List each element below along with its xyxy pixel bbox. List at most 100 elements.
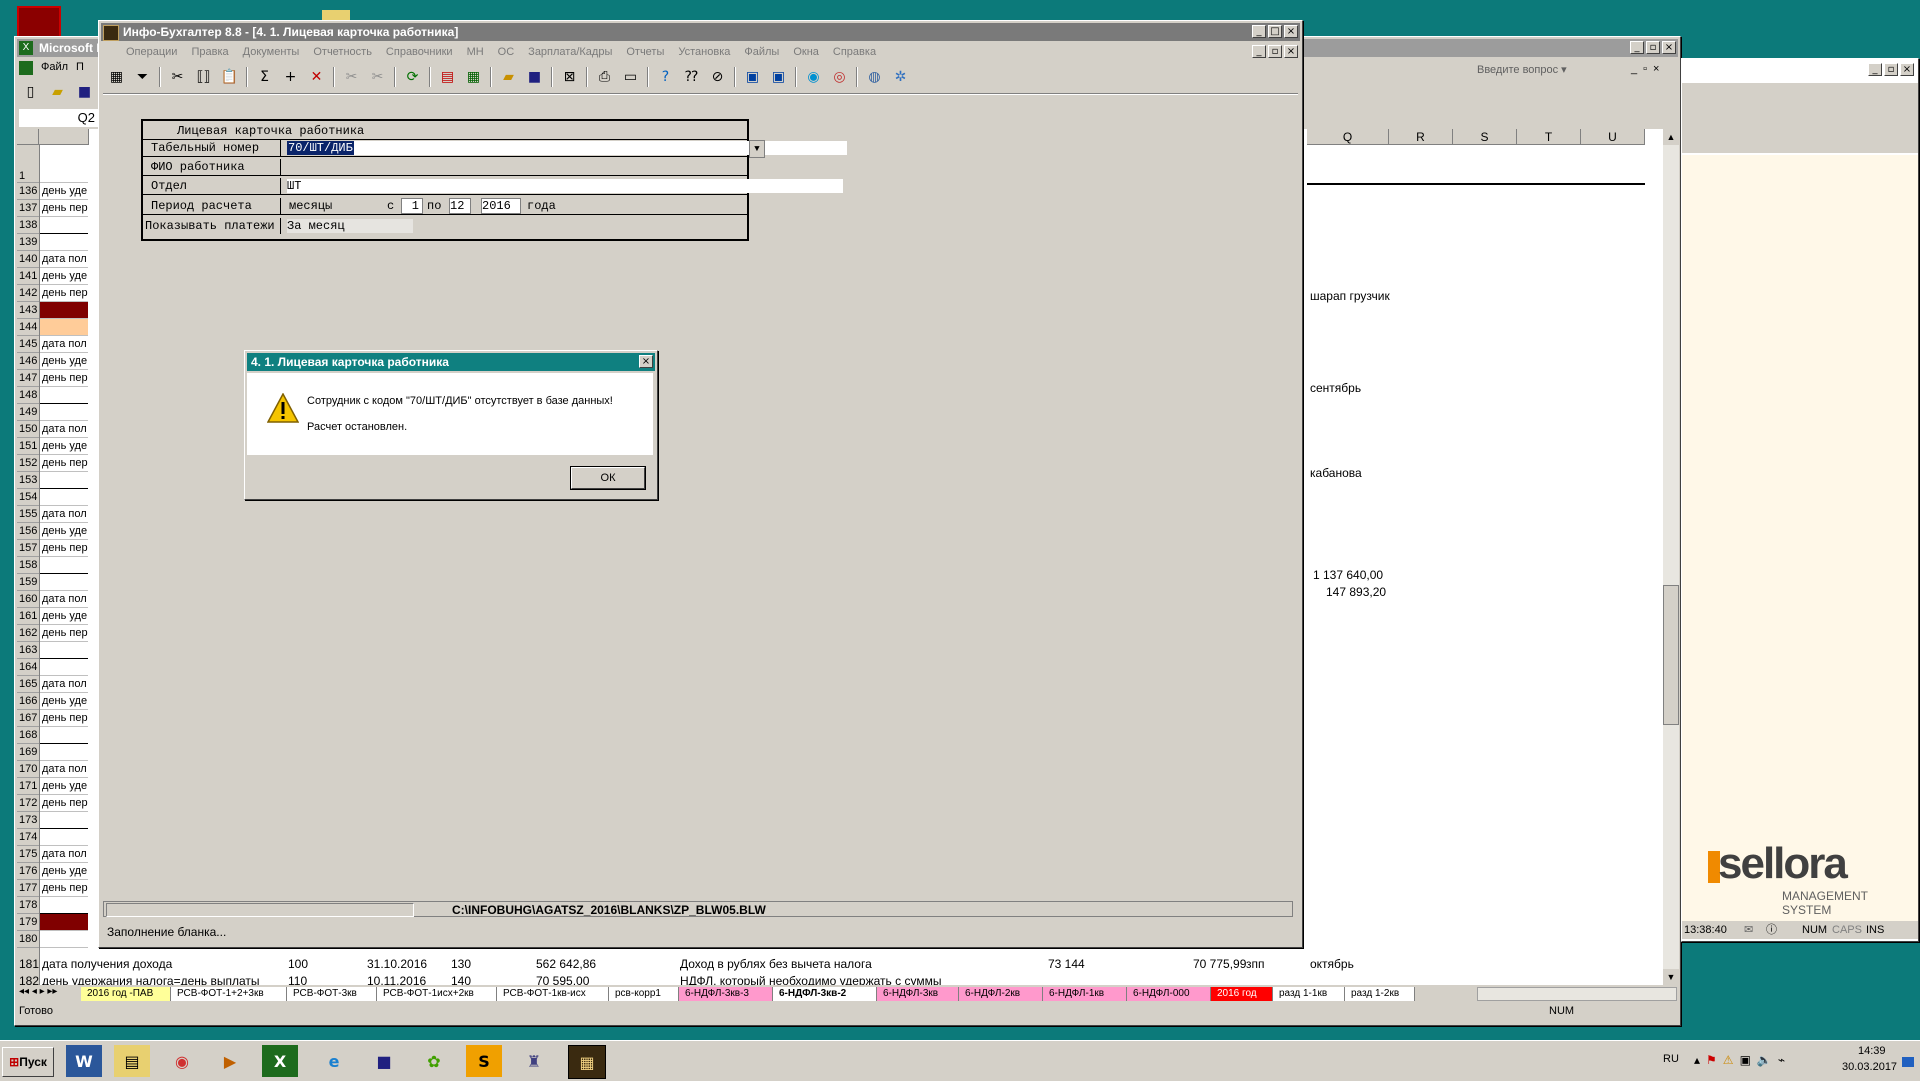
menu-salary[interactable]: Зарплата/Кадры <box>521 43 619 61</box>
sheet-tab[interactable]: 6-НДФЛ-2кв <box>959 987 1043 1001</box>
row-number[interactable]: 160 <box>17 591 39 608</box>
row-text-cell[interactable] <box>40 727 88 744</box>
book-icon[interactable]: ▣ <box>741 66 764 88</box>
page-icon[interactable]: ▭ <box>619 66 642 88</box>
start-button[interactable]: ⊞Пуск <box>2 1047 54 1077</box>
row-text-cell[interactable] <box>40 472 88 489</box>
row-number[interactable]: 155 <box>17 506 39 523</box>
save-icon[interactable]: ■ <box>73 81 96 103</box>
sheet-tab[interactable]: РСВ-ФОТ-1+2+3кв <box>171 987 287 1001</box>
col-header-r[interactable]: R <box>1389 129 1453 145</box>
row-text-cell[interactable]: день уде <box>40 438 88 455</box>
row-number[interactable]: 150 <box>17 421 39 438</box>
row-number[interactable]: 139 <box>17 234 39 251</box>
row-number[interactable]: 1 <box>17 145 39 183</box>
row-number[interactable]: 151 <box>17 438 39 455</box>
scissors-icon[interactable]: ✂ <box>166 66 189 88</box>
row-number[interactable]: 138 <box>17 217 39 234</box>
sheet-tab[interactable]: 6-НДФЛ-3кв-2 <box>773 987 877 1001</box>
row-text-cell[interactable]: дата пол <box>40 676 88 693</box>
scholar-icon[interactable]: ♜ <box>516 1045 552 1077</box>
row-text-cell[interactable] <box>40 489 88 506</box>
row-number[interactable]: 136 <box>17 183 39 200</box>
row-text-cell[interactable]: дата пол <box>40 251 88 268</box>
row-text-cell[interactable]: день пер <box>40 625 88 642</box>
row-text-cell[interactable]: день пер <box>40 285 88 302</box>
floppy-icon[interactable]: ■ <box>366 1045 402 1077</box>
doc-min-icon[interactable]: _ <box>1252 45 1266 58</box>
sheet-tab[interactable]: РСВ-ФОТ-3кв <box>287 987 377 1001</box>
row-number[interactable]: 179 <box>17 914 39 931</box>
whats-this-icon[interactable]: ⁇ <box>680 66 703 88</box>
sellora-minimize-icon[interactable]: _ <box>1868 63 1882 76</box>
menu-operations[interactable]: Операции <box>119 43 184 61</box>
row-number[interactable]: 156 <box>17 523 39 540</box>
desktop-icon-acrobat[interactable] <box>17 6 61 40</box>
row-text-cell[interactable] <box>40 234 88 251</box>
calc-icon[interactable]: ▦ <box>462 66 485 88</box>
sum-icon[interactable]: Σ <box>253 66 276 88</box>
sheet-tab[interactable]: рсв-корр1 <box>609 987 679 1001</box>
sheet-tab[interactable]: 6-НДФЛ-3кв-3 <box>679 987 773 1001</box>
clipboard-icon[interactable]: 📋 <box>218 66 241 88</box>
ne-icon[interactable]: ▣ <box>767 66 790 88</box>
row-number[interactable]: 152 <box>17 455 39 472</box>
s-app-icon[interactable]: S <box>466 1045 502 1077</box>
dept-input[interactable]: ШТ <box>287 179 843 193</box>
row-number[interactable]: 178 <box>17 897 39 914</box>
excel-menu-file[interactable]: Файл <box>41 61 68 77</box>
row-number[interactable]: 143 <box>17 302 39 319</box>
word-icon[interactable]: W <box>66 1045 102 1077</box>
name-box[interactable]: Q2 <box>19 109 99 127</box>
delete-icon[interactable]: ✕ <box>305 66 328 88</box>
col-header-q[interactable]: Q <box>1307 129 1389 145</box>
row-number[interactable]: 167 <box>17 710 39 727</box>
row-text-cell[interactable] <box>40 744 88 761</box>
scroll-up-icon[interactable]: ▲ <box>1663 129 1679 145</box>
col-header-t[interactable]: T <box>1517 129 1581 145</box>
row-text-cell[interactable]: день пер <box>40 710 88 727</box>
sellora-restore-icon[interactable]: ▫ <box>1884 63 1898 76</box>
row-text-cell[interactable]: день уде <box>40 523 88 540</box>
tray-up-icon[interactable]: ▴ <box>1694 1053 1700 1067</box>
col-header-s[interactable]: S <box>1453 129 1517 145</box>
infobuh-minimize-icon[interactable]: _ <box>1252 25 1266 38</box>
tab-dropdown-button[interactable]: ▼ <box>749 140 765 158</box>
row-text-cell[interactable] <box>40 931 88 948</box>
menu-help[interactable]: Справка <box>826 43 883 61</box>
pdf-icon[interactable]: ▤ <box>436 66 459 88</box>
row-number[interactable]: 168 <box>17 727 39 744</box>
tray-flag-icon[interactable]: ⚑ <box>1706 1053 1717 1067</box>
doc-minimize-icon[interactable]: _ <box>1631 63 1637 75</box>
doc-x-icon[interactable]: × <box>1284 45 1298 58</box>
row-text-cell[interactable]: день пер <box>40 370 88 387</box>
sheet-tab[interactable]: 2016 год <box>1211 987 1273 1001</box>
tray-volume-icon[interactable]: 🔈 <box>1757 1053 1772 1067</box>
menu-documents[interactable]: Документы <box>236 43 307 61</box>
row-text-cell[interactable]: дата пол <box>40 761 88 778</box>
excel-vertical-scrollbar[interactable]: ▲ ▼ <box>1663 129 1679 985</box>
chrome-icon[interactable]: ◉ <box>164 1045 200 1077</box>
row-text-cell[interactable] <box>40 659 88 676</box>
row-number[interactable]: 166 <box>17 693 39 710</box>
row-text-cell[interactable]: дата пол <box>40 506 88 523</box>
menu-references[interactable]: Справочники <box>379 43 460 61</box>
row-text-cell[interactable]: день пер <box>40 540 88 557</box>
menu-reports[interactable]: Отчеты <box>619 43 671 61</box>
row-number[interactable]: 142 <box>17 285 39 302</box>
sheet-tab[interactable]: разд 1-2кв <box>1345 987 1415 1001</box>
icq-icon[interactable]: ✿ <box>416 1045 452 1077</box>
open-icon[interactable]: ▰ <box>46 81 69 103</box>
row-text-cell[interactable]: день уде <box>40 778 88 795</box>
save-icon[interactable]: ■ <box>523 66 546 88</box>
sheet-tab[interactable]: 6-НДФЛ-000 <box>1127 987 1211 1001</box>
tray-plug-icon[interactable]: ⌁ <box>1778 1053 1785 1067</box>
infobuh-maximize-icon[interactable]: □ <box>1268 25 1282 38</box>
col-header-u[interactable]: U <box>1581 129 1645 145</box>
row-text-cell[interactable] <box>40 642 88 659</box>
row-text-cell[interactable]: день уде <box>40 863 88 880</box>
grid-icon[interactable]: ▦ <box>105 66 128 88</box>
show-desktop-icon[interactable] <box>1902 1057 1914 1067</box>
restore-icon[interactable]: ▫ <box>1646 41 1660 54</box>
row-text-cell[interactable]: дата пол <box>40 336 88 353</box>
